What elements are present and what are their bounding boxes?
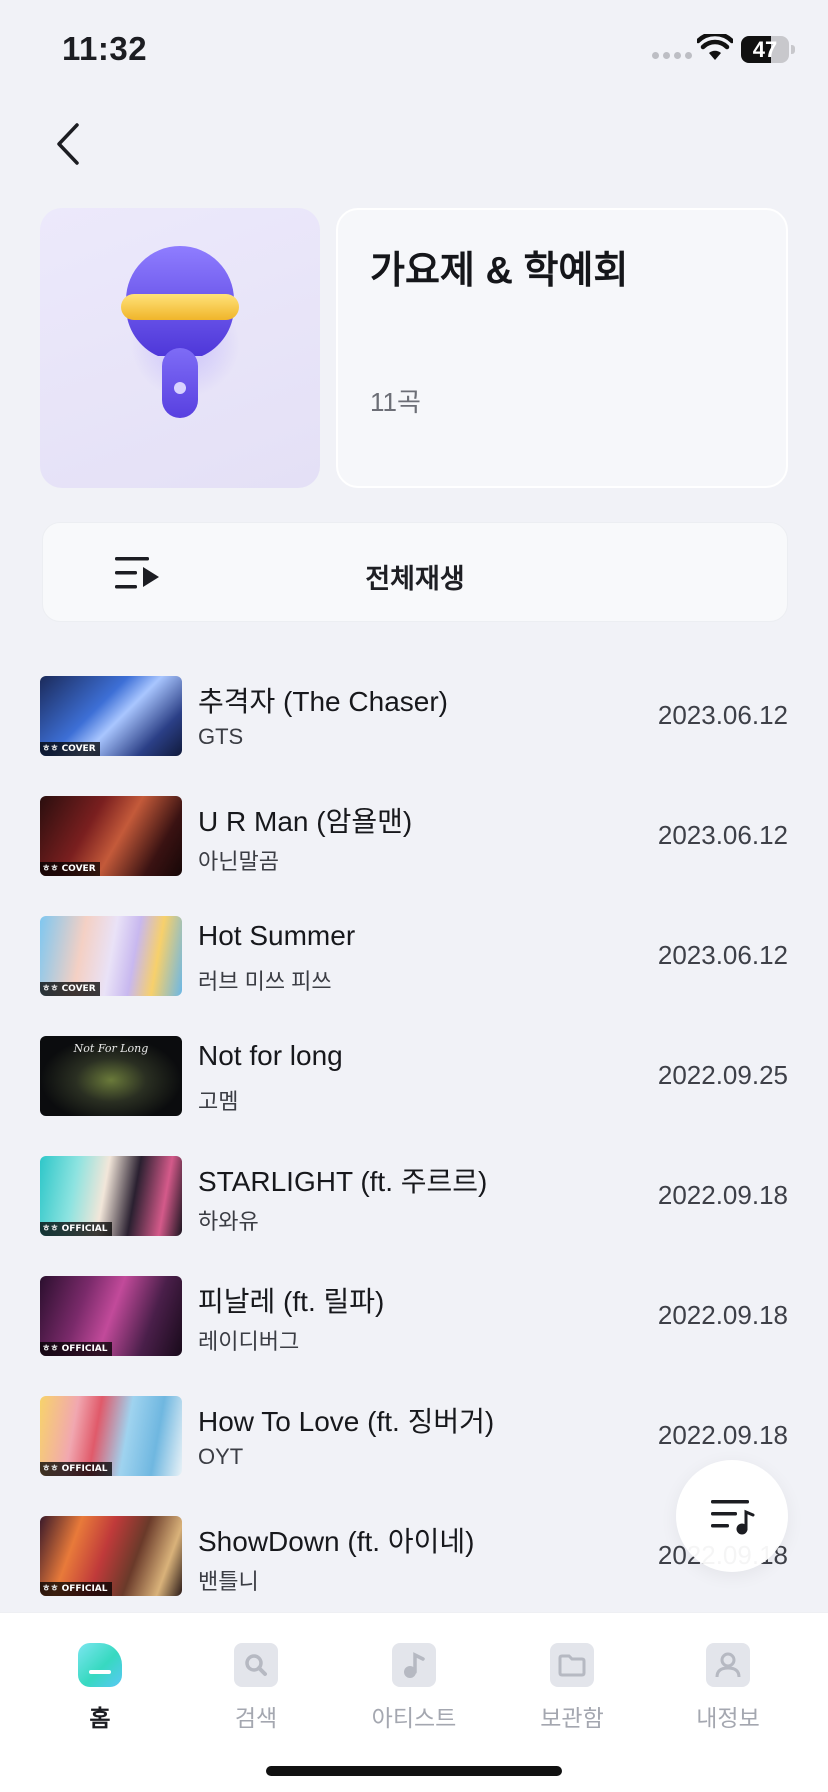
bottom-tab-bar: 홈 검색 아티스트 보관함 내정보	[0, 1612, 828, 1792]
track-thumbnail: ㅎㅎ COVER	[40, 916, 182, 996]
thumbnail-caption: Not For Long	[73, 1042, 149, 1055]
play-queue-button[interactable]	[676, 1460, 788, 1572]
track-row[interactable]: ㅎㅎ COVER U R Man (암욜맨) 아닌말곰 2023.06.12	[0, 788, 828, 888]
thumbnail-badge: ㅎㅎ OFFICIAL	[40, 1462, 112, 1476]
status-time: 11:32	[62, 30, 148, 67]
track-date: 2022.09.18	[657, 1300, 788, 1330]
battery-tip	[791, 45, 795, 54]
thumbnail-badge: ㅎㅎ OFFICIAL	[40, 1342, 112, 1356]
chevron-left-icon	[57, 123, 79, 165]
battery-level: 47	[752, 36, 778, 62]
tab-profile[interactable]: 내정보	[668, 1629, 788, 1731]
track-artist: 하와유	[198, 1209, 259, 1234]
track-title: 추격자 (The Chaser)	[198, 686, 448, 717]
track-title: U R Man (암욜맨)	[198, 806, 413, 837]
track-date: 2023.06.12	[657, 820, 788, 850]
tab-library[interactable]: 보관함	[512, 1629, 632, 1731]
tab-label: 홈	[89, 1705, 111, 1731]
lightstick-icon	[121, 246, 239, 418]
tab-label: 보관함	[540, 1705, 604, 1731]
home-indicator[interactable]	[266, 1766, 562, 1776]
track-title: STARLIGHT (ft. 주르르)	[198, 1166, 488, 1197]
tab-search[interactable]: 검색	[196, 1629, 316, 1731]
tab-label: 내정보	[696, 1705, 760, 1731]
home-icon	[78, 1643, 122, 1687]
thumbnail-badge: ㅎㅎ COVER	[40, 862, 100, 876]
track-thumbnail: ㅎㅎ COVER	[40, 676, 182, 756]
track-date: 2022.09.25	[657, 1060, 788, 1090]
battery-icon: 47	[741, 36, 789, 63]
tab-home[interactable]: 홈	[40, 1629, 160, 1731]
track-artist: OYT	[198, 1444, 244, 1469]
track-thumbnail: ㅎㅎ OFFICIAL	[40, 1396, 182, 1476]
track-title: Not for long	[198, 1040, 343, 1071]
track-thumbnail: ㅎㅎ OFFICIAL	[40, 1156, 182, 1236]
track-row[interactable]: ㅎㅎ OFFICIAL STARLIGHT (ft. 주르르) 하와유 2022.…	[0, 1148, 828, 1248]
track-row[interactable]: ㅎㅎ COVER Hot Summer 러브 미쓰 피쓰 2023.06.12	[0, 908, 828, 1008]
track-title: 피날레 (ft. 릴파)	[198, 1286, 385, 1317]
folder-icon	[550, 1643, 594, 1687]
track-thumbnail: ㅎㅎ COVER	[40, 796, 182, 876]
search-icon	[234, 1643, 278, 1687]
thumbnail-badge: ㅎㅎ COVER	[40, 742, 100, 756]
track-artist: 러브 미쓰 피쓰	[198, 969, 332, 994]
track-thumbnail: Not For Long	[40, 1036, 182, 1116]
track-date: 2023.06.12	[657, 940, 788, 970]
playlist-title: 가요제 & 학예회	[370, 250, 629, 292]
track-title: How To Love (ft. 징버거)	[198, 1406, 495, 1437]
play-all-button[interactable]: 전체재생	[42, 522, 788, 622]
tab-artist[interactable]: 아티스트	[354, 1629, 474, 1731]
track-date: 2022.09.18	[657, 1180, 788, 1210]
playlist-cover	[40, 208, 320, 488]
track-artist: 아닌말곰	[198, 849, 279, 874]
track-thumbnail: ㅎㅎ OFFICIAL	[40, 1516, 182, 1596]
track-date: 2023.06.12	[657, 700, 788, 730]
profile-icon	[706, 1643, 750, 1687]
track-artist: 밴틀니	[198, 1569, 259, 1594]
queue-music-icon	[711, 1500, 755, 1535]
tab-label: 아티스트	[371, 1705, 457, 1731]
thumbnail-badge: ㅎㅎ OFFICIAL	[40, 1582, 112, 1596]
status-bar: 11:32 47	[0, 0, 828, 100]
track-artist: GTS	[198, 724, 244, 749]
thumbnail-badge: ㅎㅎ COVER	[40, 982, 100, 996]
tab-label: 검색	[234, 1705, 278, 1731]
play-all-label: 전체재생	[365, 564, 465, 594]
wifi-icon	[697, 34, 733, 60]
track-title: Hot Summer	[198, 920, 356, 951]
track-artist: 레이디버그	[198, 1329, 300, 1354]
thumbnail-badge: ㅎㅎ OFFICIAL	[40, 1222, 112, 1236]
music-note-icon	[392, 1643, 436, 1687]
track-title: ShowDown (ft. 아이네)	[198, 1526, 475, 1557]
track-thumbnail: ㅎㅎ OFFICIAL	[40, 1276, 182, 1356]
track-date: 2022.09.18	[657, 1420, 788, 1450]
track-artist: 고멤	[198, 1089, 239, 1114]
track-row[interactable]: ㅎㅎ COVER 추격자 (The Chaser) GTS 2023.06.12	[0, 668, 828, 768]
cellular-signal-icon	[652, 52, 692, 59]
back-button[interactable]	[44, 118, 92, 170]
track-row[interactable]: Not For Long Not for long 고멤 2022.09.25	[0, 1028, 828, 1128]
playlist-track-count: 11곡	[370, 387, 421, 417]
track-row[interactable]: ㅎㅎ OFFICIAL 피날레 (ft. 릴파) 레이디버그 2022.09.18	[0, 1268, 828, 1368]
playlist-info-card: 가요제 & 학예회 11곡	[336, 208, 788, 488]
